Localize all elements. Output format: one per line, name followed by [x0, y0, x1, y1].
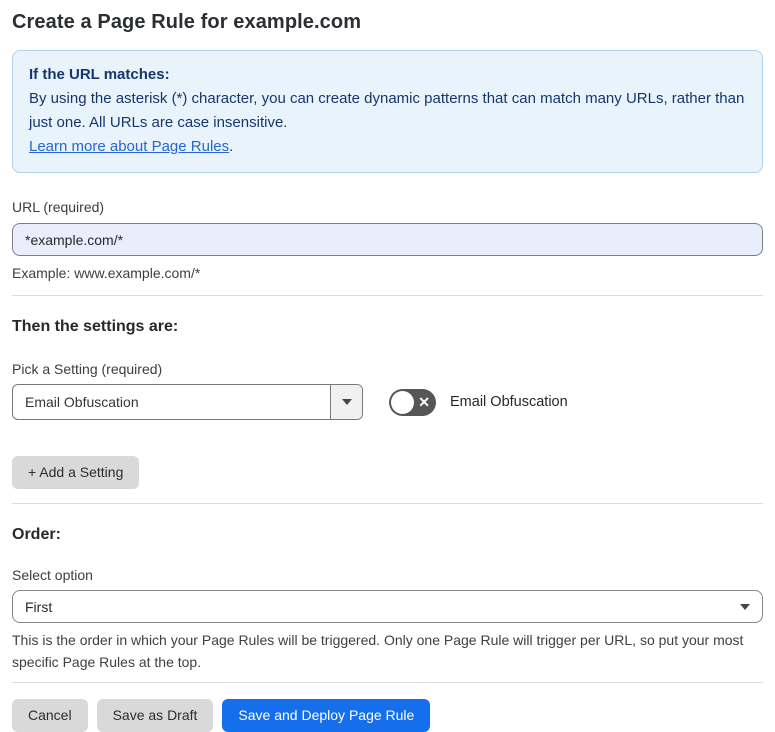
save-as-draft-button[interactable]: Save as Draft [96, 699, 214, 732]
order-helper-text: This is the order in which your Page Rul… [12, 632, 744, 670]
setting-dropdown[interactable]: Email Obfuscation [12, 384, 363, 420]
url-field-label: URL (required) [12, 199, 105, 215]
toggle-knob [391, 390, 414, 414]
page-rule-form: Create a Page Rule for example.com If th… [0, 0, 775, 732]
divider [12, 295, 763, 296]
cancel-button[interactable]: Cancel [12, 699, 88, 732]
setting-row: Email Obfuscation ✕ Email Obfuscation [12, 384, 763, 420]
url-example-helper: Example: www.example.com/* [12, 265, 201, 281]
dropdown-arrow-button[interactable] [330, 385, 362, 419]
order-section-heading: Order: [12, 526, 61, 543]
order-select-value: First [25, 598, 53, 615]
url-match-info-box: If the URL matches: By using the asteris… [12, 50, 763, 173]
link-suffix: . [229, 138, 234, 155]
email-obfuscation-toggle[interactable]: ✕ [389, 388, 436, 416]
save-and-deploy-button[interactable]: Save and Deploy Page Rule [222, 699, 431, 732]
select-option-label: Select option [12, 567, 93, 583]
add-setting-button[interactable]: + Add a Setting [12, 456, 140, 489]
url-input[interactable] [12, 223, 763, 256]
divider [12, 682, 763, 683]
info-box-link-line: Learn more about Page Rules. [29, 135, 746, 159]
chevron-down-icon [740, 603, 750, 610]
toggle-off-x-icon: ✕ [418, 393, 430, 410]
toggle-group: ✕ Email Obfuscation [389, 388, 568, 416]
chevron-down-icon [341, 399, 352, 405]
info-box-body: By using the asterisk (*) character, you… [29, 90, 745, 131]
info-box-heading: If the URL matches: [29, 66, 170, 83]
pick-setting-label: Pick a Setting (required) [12, 361, 163, 377]
learn-more-link[interactable]: Learn more about Page Rules [29, 138, 229, 155]
divider [12, 503, 763, 504]
toggle-label: Email Obfuscation [450, 394, 568, 410]
settings-section-heading: Then the settings are: [12, 318, 179, 335]
setting-dropdown-value: Email Obfuscation [25, 394, 139, 410]
footer-button-row: Cancel Save as Draft Save and Deploy Pag… [12, 699, 763, 732]
order-select[interactable]: First [12, 590, 763, 623]
page-title: Create a Page Rule for example.com [12, 11, 362, 33]
